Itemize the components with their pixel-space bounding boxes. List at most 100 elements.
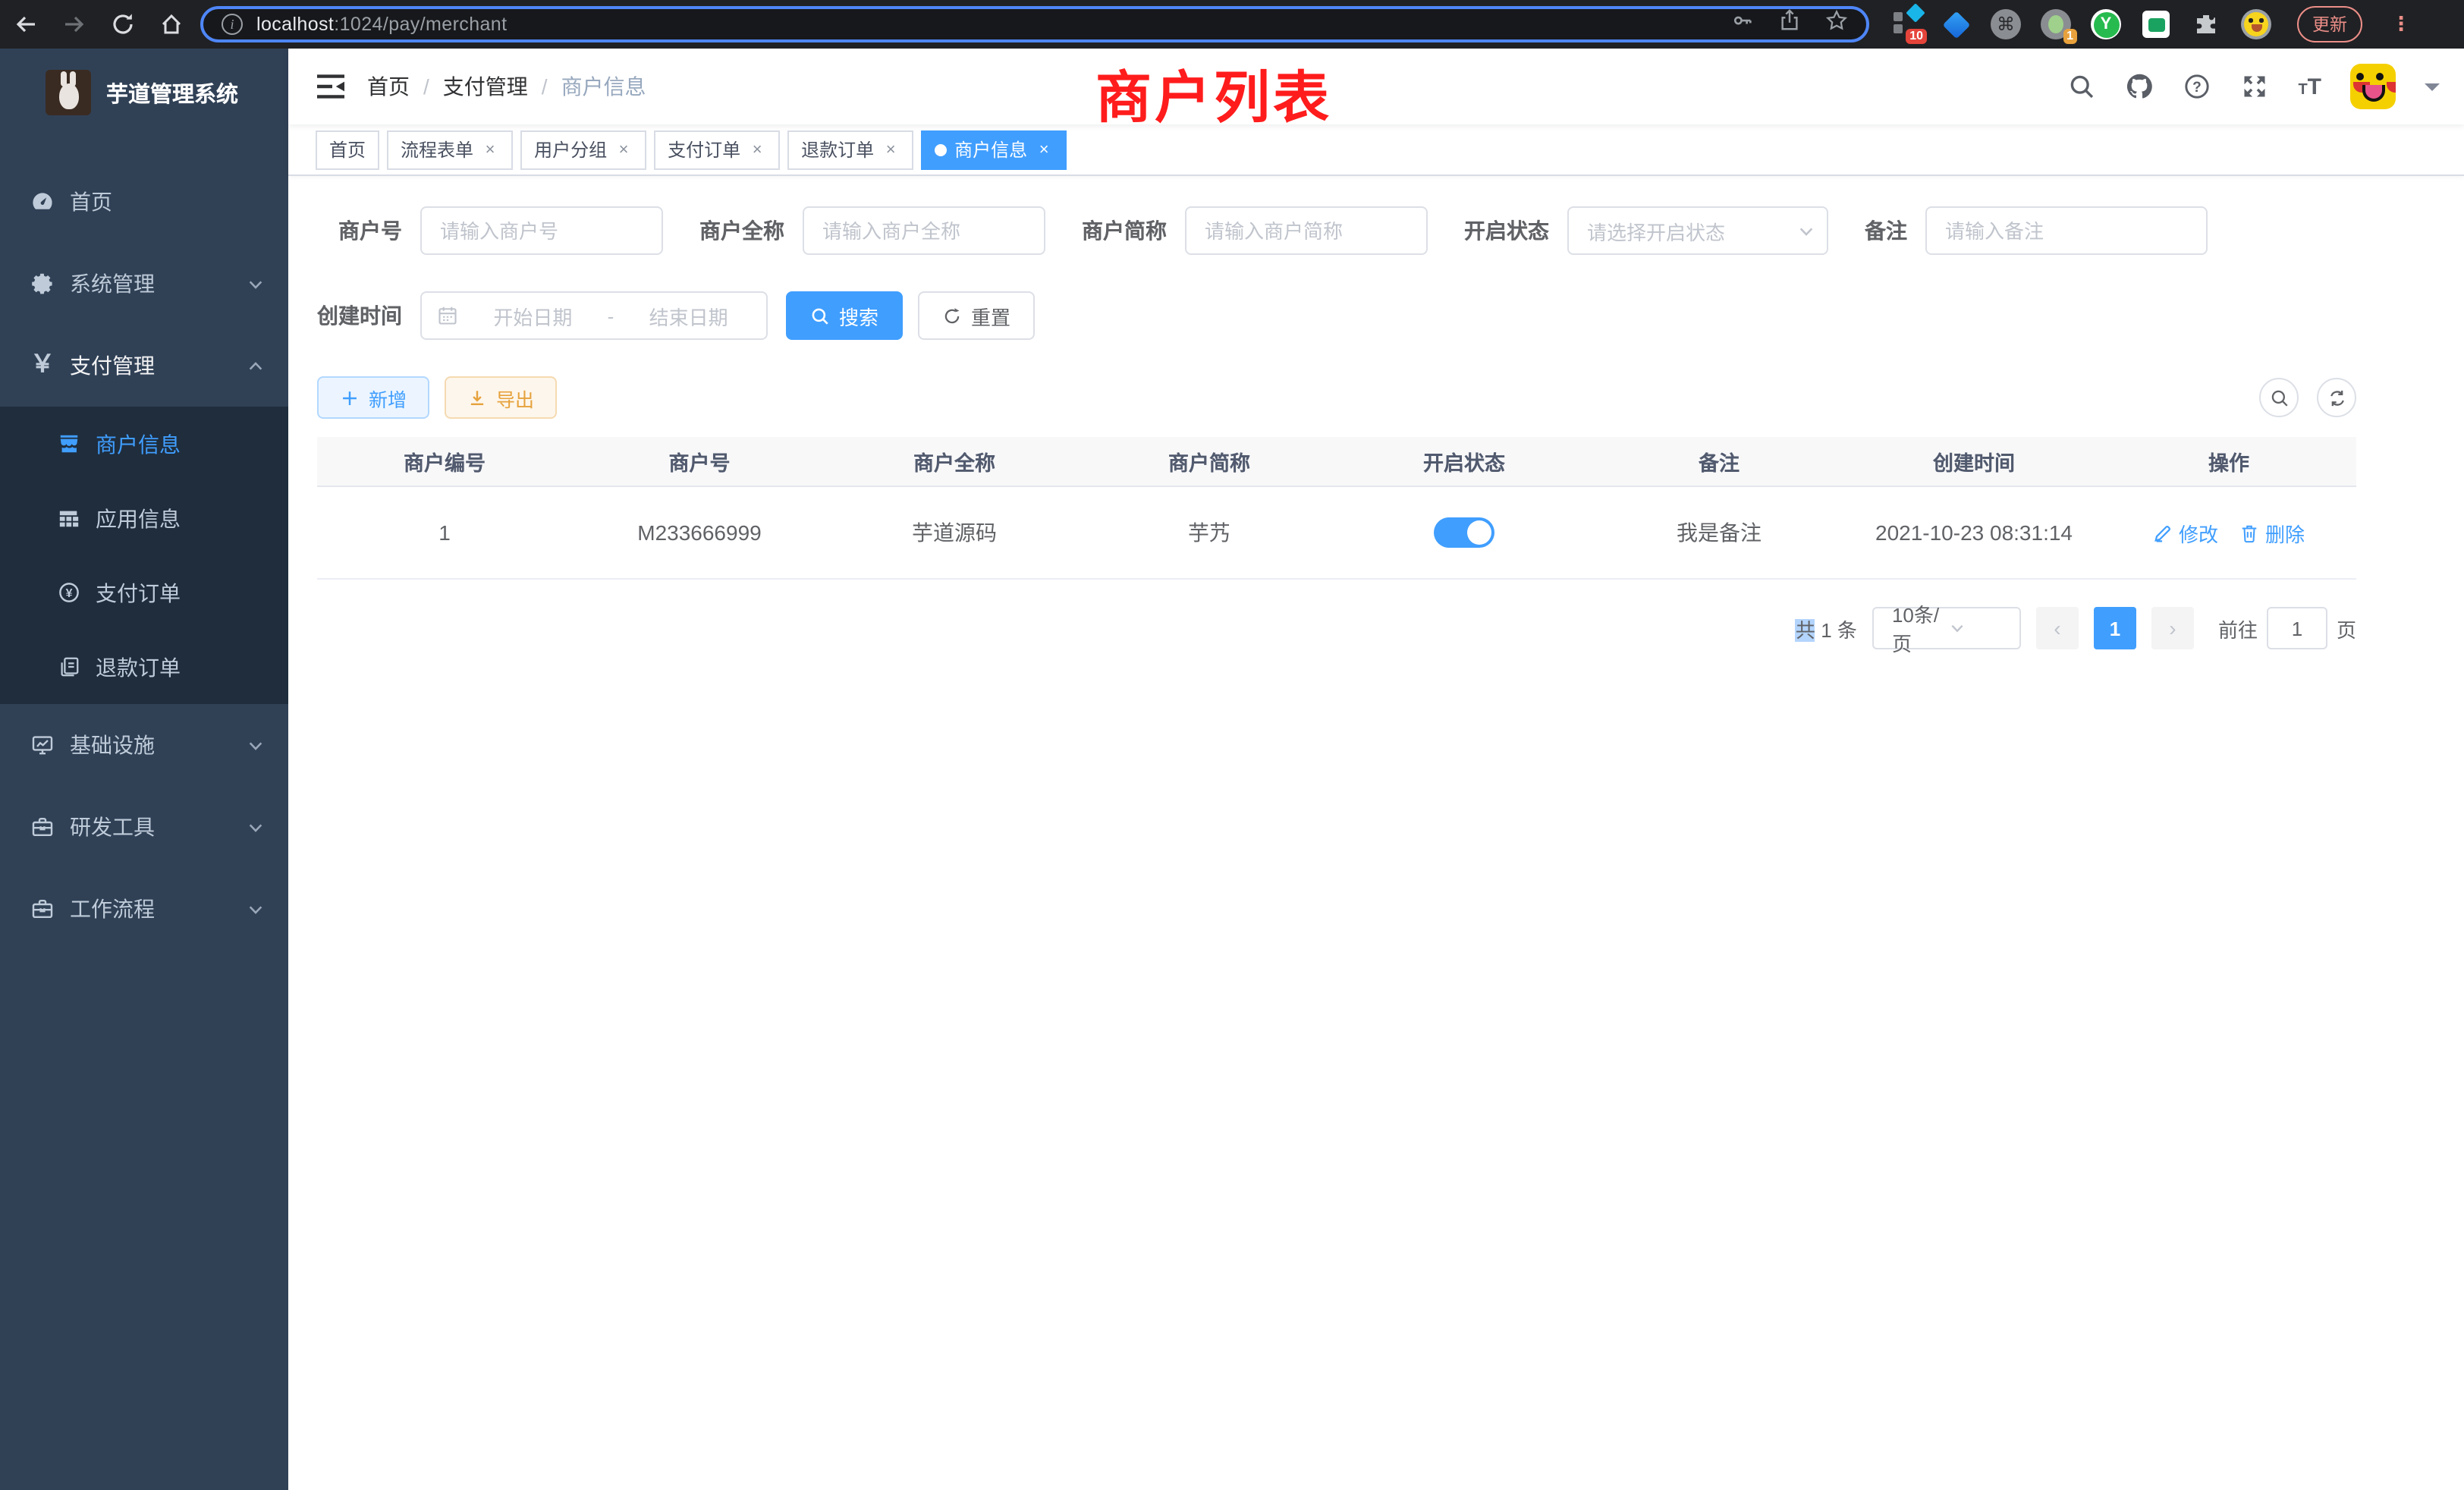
prev-page-button[interactable]: ‹ [2036, 607, 2079, 649]
remark-input[interactable] [1925, 206, 2208, 255]
forward-icon[interactable] [61, 11, 88, 38]
tab-user-group[interactable]: 用户分组× [520, 130, 646, 169]
extension-gem-icon[interactable] [1941, 9, 1971, 39]
chrome-update-button[interactable]: 更新 [2297, 6, 2362, 42]
refresh-icon[interactable] [2317, 378, 2356, 417]
table-row: 1 M233666999 芋道源码 芋艿 我是备注 2021-10-23 08:… [317, 487, 2356, 580]
navbar-actions: ? TT [2067, 64, 2440, 109]
add-button[interactable]: 新增 [317, 376, 429, 419]
sidebar-item-pay[interactable]: ￥ 支付管理 [0, 325, 288, 407]
close-icon[interactable]: × [882, 140, 900, 159]
share-icon[interactable] [1778, 9, 1801, 39]
close-icon[interactable]: × [614, 140, 633, 159]
browser-menu-icon[interactable]: ⋮ [2391, 12, 2411, 36]
sidebar-item-home[interactable]: 首页 [0, 161, 288, 243]
remark-label: 备注 [1865, 215, 1925, 246]
reload-icon[interactable] [109, 11, 137, 38]
avatar-caret-icon[interactable] [2425, 83, 2440, 98]
extension-y-icon[interactable]: Y [2091, 9, 2121, 39]
delete-link[interactable]: 删除 [2239, 518, 2305, 547]
extensions-puzzle-icon[interactable] [2191, 9, 2221, 39]
sidebar-item-app-info[interactable]: 应用信息 [0, 481, 288, 555]
sidebar-item-refund-order[interactable]: 退款订单 [0, 630, 288, 704]
status-select[interactable]: 请选择开启状态 [1567, 206, 1828, 255]
address-bar[interactable]: i localhost:1024/pay/merchant [200, 6, 1869, 42]
briefcase-icon [30, 897, 55, 921]
font-size-icon[interactable]: TT [2298, 74, 2321, 99]
tags-view: 首页 流程表单× 用户分组× 支付订单× 退款订单× 商户信息× [288, 124, 2464, 176]
date-range-picker[interactable]: 开始日期 - 结束日期 [420, 291, 768, 340]
close-icon[interactable]: × [481, 140, 499, 159]
toolbox-icon [30, 815, 55, 839]
back-icon[interactable] [12, 11, 39, 38]
site-info-icon[interactable]: i [222, 14, 243, 35]
extension-grid-icon[interactable]: 10 [1890, 9, 1921, 39]
active-dot [935, 143, 947, 156]
sidebar-item-label: 退款订单 [96, 652, 181, 682]
status-toggle[interactable] [1434, 517, 1494, 548]
sidebar-logo-row[interactable]: 芋道管理系统 [0, 55, 288, 130]
sidebar-item-infrastructure[interactable]: 基础设施 [0, 704, 288, 786]
sidebar-item-workflow[interactable]: 工作流程 [0, 868, 288, 950]
page-size-select[interactable]: 10条/页 [1872, 607, 2021, 649]
extension-profile-icon[interactable]: 1 [2041, 9, 2071, 39]
edit-link[interactable]: 修改 [2153, 518, 2218, 547]
page-content: 商户号 商户全称 商户简称 开启状态 请选择开启状态 [288, 176, 2356, 649]
table-toolbar: 新增 导出 [317, 376, 2356, 419]
sidebar-item-system[interactable]: 系统管理 [0, 243, 288, 325]
tab-merchant-info[interactable]: 商户信息× [921, 130, 1067, 169]
user-avatar[interactable] [2350, 64, 2396, 109]
sidebar-item-devtools[interactable]: 研发工具 [0, 786, 288, 868]
sidebar-item-merchant-info[interactable]: 商户信息 [0, 407, 288, 481]
search-button[interactable]: 搜索 [786, 291, 903, 340]
filter-row-2: 创建时间 开始日期 - 结束日期 搜索 [317, 291, 2356, 340]
extension-chat-icon[interactable] [2141, 9, 2171, 39]
password-key-icon[interactable] [1731, 9, 1754, 39]
sidebar-item-pay-order[interactable]: ¥ 支付订单 [0, 555, 288, 630]
logo-image [46, 70, 91, 115]
start-date-placeholder: 开始日期 [470, 301, 596, 330]
main-area: 首页 / 支付管理 / 商户信息 ? TT 首页 [288, 49, 2464, 1490]
breadcrumb-home[interactable]: 首页 [367, 71, 410, 102]
goto-page-input[interactable] [2267, 607, 2327, 649]
close-icon[interactable]: × [1035, 140, 1053, 159]
export-button[interactable]: 导出 [445, 376, 557, 419]
github-icon[interactable] [2125, 72, 2154, 101]
svg-text:?: ? [2193, 80, 2202, 96]
cell-create-time: 2021-10-23 08:31:14 [1846, 487, 2101, 578]
chevron-down-icon [247, 737, 264, 753]
full-name-input[interactable] [803, 206, 1045, 255]
col-create-time: 创建时间 [1846, 437, 2101, 486]
page-number[interactable]: 1 [2094, 607, 2136, 649]
bookmark-star-icon[interactable] [1825, 9, 1848, 39]
show-search-icon[interactable] [2259, 378, 2299, 417]
sidebar-item-label: 商户信息 [96, 429, 181, 459]
help-icon[interactable]: ? [2183, 72, 2211, 101]
home-icon[interactable] [158, 11, 185, 38]
breadcrumb-section[interactable]: 支付管理 [443, 71, 528, 102]
sidebar-fold-icon[interactable] [316, 73, 346, 100]
fullscreen-icon[interactable] [2240, 72, 2269, 101]
tab-pay-order[interactable]: 支付订单× [654, 130, 780, 169]
merchant-no-input[interactable] [420, 206, 663, 255]
close-icon[interactable]: × [748, 140, 766, 159]
short-name-input[interactable] [1185, 206, 1428, 255]
tab-flow-form[interactable]: 流程表单× [387, 130, 513, 169]
reset-button[interactable]: 重置 [918, 291, 1035, 340]
chevron-up-icon [247, 357, 264, 374]
browser-avatar[interactable] [2241, 9, 2271, 39]
annotation-merchant-list: 商户列表 [1095, 52, 1332, 134]
col-remark: 备注 [1592, 437, 1846, 486]
search-icon[interactable] [2067, 72, 2096, 101]
extension-command-icon[interactable]: ⌘ [1991, 9, 2021, 39]
full-name-label: 商户全称 [699, 215, 803, 246]
store-icon [58, 432, 80, 455]
chevron-down-icon [247, 819, 264, 835]
next-page-button[interactable]: › [2151, 607, 2194, 649]
tab-refund-order[interactable]: 退款订单× [787, 130, 913, 169]
chevron-down-icon [1798, 222, 1815, 239]
browser-nav-buttons [12, 11, 185, 38]
tab-home[interactable]: 首页 [316, 130, 379, 169]
end-date-placeholder: 结束日期 [626, 301, 751, 330]
goto-label: 前往 [2218, 614, 2258, 643]
